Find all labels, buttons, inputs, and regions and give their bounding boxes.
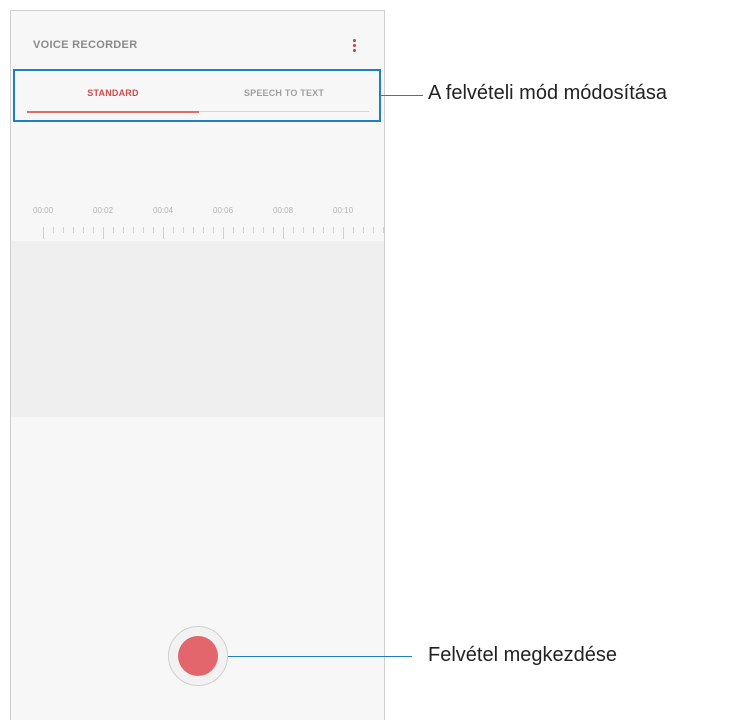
timeline-tick (163, 227, 164, 239)
timeline-ticks (11, 227, 384, 241)
timeline-tick (73, 227, 74, 233)
timeline-tick (343, 227, 344, 239)
timeline-label: 00:00 (33, 206, 54, 215)
timeline-tick (153, 227, 154, 233)
timeline-tick (383, 227, 384, 233)
recording-mode-highlight (13, 69, 381, 122)
callout-start-recording: Felvétel megkezdése (428, 644, 617, 666)
timeline: 00:00 00:02 00:04 00:06 00:08 00:10 (11, 199, 384, 239)
timeline-tick (173, 227, 174, 233)
timeline-tick (183, 227, 184, 233)
timeline-tick (243, 227, 244, 233)
timeline-tick (333, 227, 334, 233)
timeline-tick (143, 227, 144, 233)
timeline-tick (323, 227, 324, 233)
more-options-icon[interactable] (349, 37, 361, 55)
timeline-tick (113, 227, 114, 233)
waveform-area (11, 241, 384, 417)
timeline-tick (83, 227, 84, 233)
record-icon (178, 636, 218, 676)
timeline-tick (53, 227, 54, 233)
timeline-label: 00:04 (153, 206, 174, 215)
timeline-tick (213, 227, 214, 233)
callout-line-record (228, 656, 412, 657)
timeline-tick (313, 227, 314, 233)
timeline-tick (223, 227, 224, 239)
timeline-label: 00:06 (213, 206, 234, 215)
timeline-tick (93, 227, 94, 233)
timeline-tick (133, 227, 134, 233)
callout-line-mode (381, 95, 423, 96)
timeline-tick (253, 227, 254, 233)
timeline-label: 00:02 (93, 206, 114, 215)
record-button[interactable] (168, 626, 228, 686)
timeline-tick (63, 227, 64, 233)
timeline-tick (283, 227, 284, 239)
timeline-tick (303, 227, 304, 233)
timeline-tick (193, 227, 194, 233)
callout-recording-mode: A felvételi mód módosítása (428, 82, 668, 104)
timeline-tick (373, 227, 374, 233)
timeline-tick (233, 227, 234, 233)
timeline-tick (123, 227, 124, 233)
timeline-tick (363, 227, 364, 233)
timeline-tick (263, 227, 264, 233)
app-title: VOICE RECORDER (33, 39, 138, 51)
timeline-tick (273, 227, 274, 233)
timeline-tick (203, 227, 204, 233)
timeline-tick (353, 227, 354, 233)
timeline-tick (293, 227, 294, 233)
timeline-tick (103, 227, 104, 239)
timeline-label: 00:10 (333, 206, 354, 215)
timeline-label: 00:08 (273, 206, 294, 215)
timeline-tick (43, 227, 44, 239)
